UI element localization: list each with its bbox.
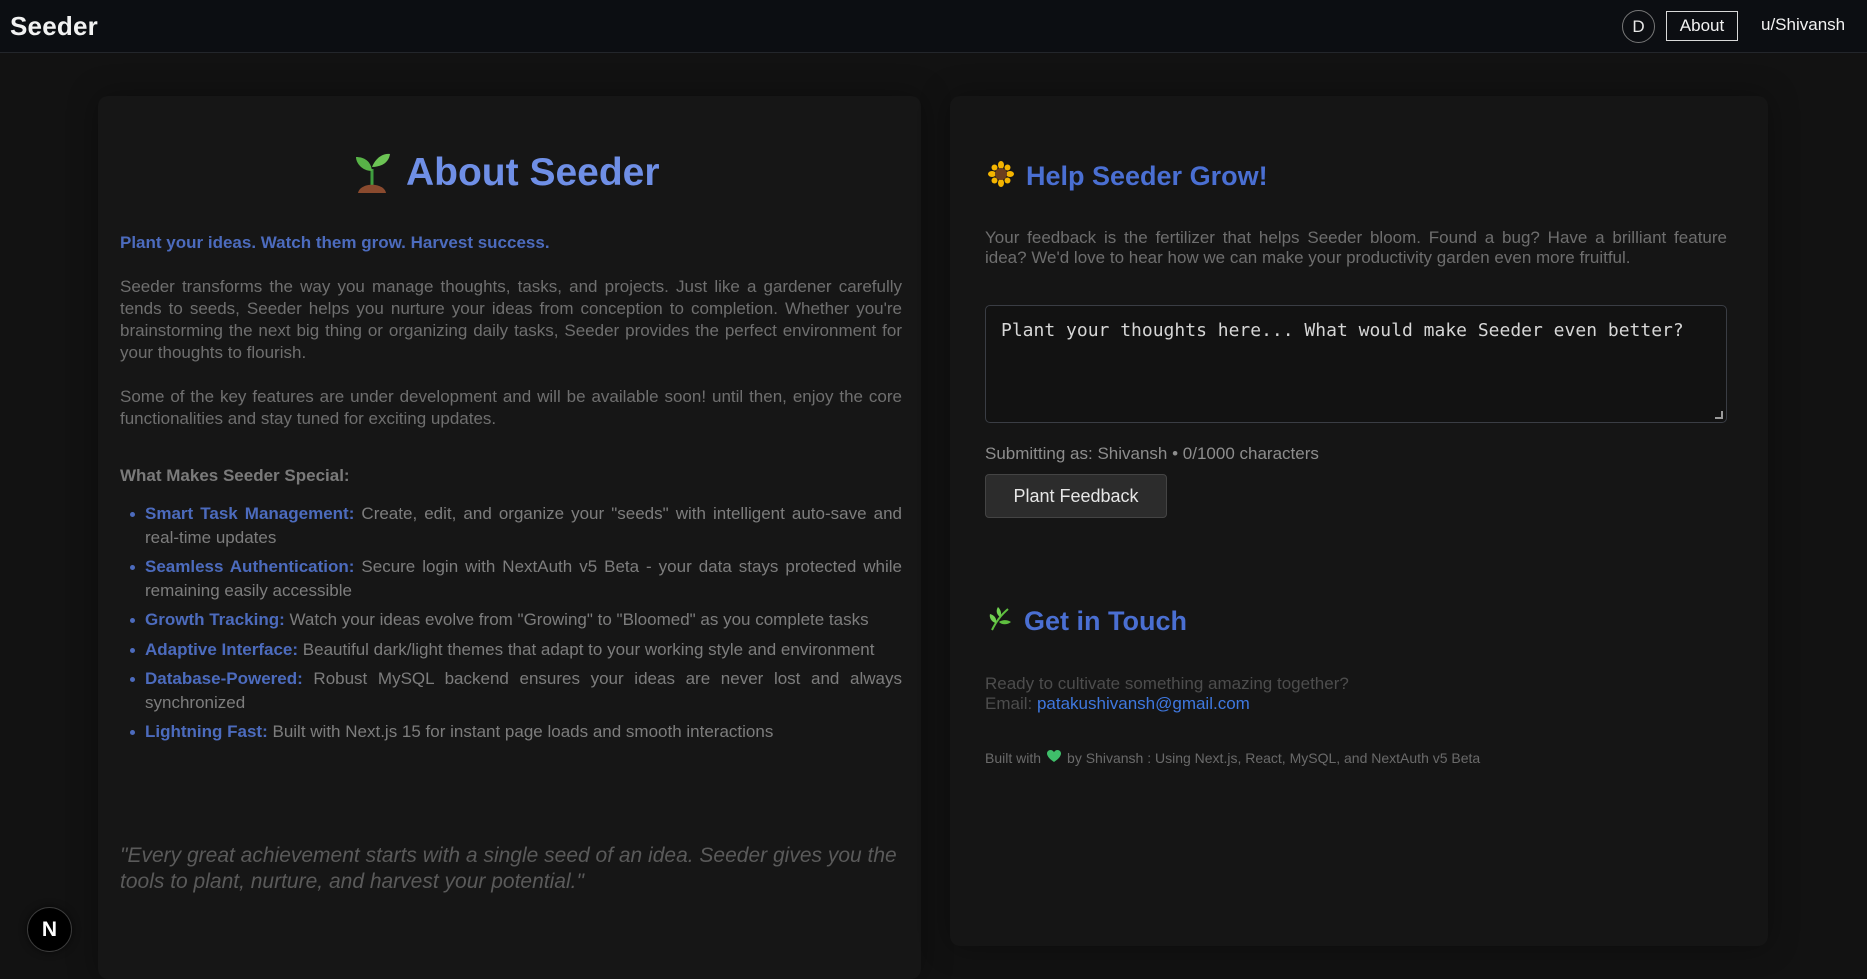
list-item: Database-Powered: Robust MySQL backend e… [130, 667, 902, 714]
list-item: Lightning Fast: Built with Next.js 15 fo… [130, 720, 902, 744]
seedling-icon [352, 149, 392, 198]
list-item: Smart Task Management: Create, edit, and… [130, 502, 902, 549]
sunflower-icon [988, 161, 1014, 192]
feedback-textarea[interactable] [999, 318, 1713, 410]
features-heading: What Makes Seeder Special: [120, 466, 350, 485]
feedback-description: Your feedback is the fertilizer that hel… [985, 228, 1727, 267]
development-note: Some of the key features are under devel… [120, 387, 902, 428]
built-with-credit: Built with by Shivansh : Using Next.js, … [985, 750, 1480, 766]
user-profile-link[interactable]: u/Shivansh [1761, 15, 1845, 35]
feedback-heading: Help Seeder Grow! [1026, 161, 1268, 191]
green-heart-icon [1047, 750, 1062, 766]
avatar[interactable]: D [1622, 10, 1655, 43]
resize-handle[interactable] [1715, 411, 1723, 419]
built-suffix: by Shivansh : Using Next.js, React, MySQ… [1067, 750, 1481, 766]
feature-name: Database-Powered: [145, 669, 303, 688]
feature-name: Adaptive Interface: [145, 639, 299, 659]
closing-quote: "Every great achievement starts with a s… [120, 844, 897, 893]
submitting-as-status: Submitting as: Shivansh • 0/1000 charact… [985, 444, 1319, 463]
list-item: Growth Tracking: Watch your ideas evolve… [130, 608, 902, 632]
nextjs-logo-icon[interactable]: N [27, 907, 72, 952]
contact-invite: Ready to cultivate something amazing tog… [985, 674, 1349, 693]
built-prefix: Built with [985, 750, 1042, 766]
list-item: Adaptive Interface: Beautiful dark/light… [130, 638, 902, 662]
about-nav-button[interactable]: About [1666, 11, 1738, 41]
feature-name: Smart Task Management: [145, 504, 355, 523]
about-heading: About Seeder [406, 151, 660, 194]
plant-feedback-button[interactable]: Plant Feedback [985, 474, 1167, 518]
feature-description: Watch your ideas evolve from "Growing" t… [284, 610, 869, 629]
contact-heading: Get in Touch [1024, 606, 1187, 636]
feature-name: Growth Tracking: [145, 610, 285, 629]
about-title: About Seeder [352, 148, 660, 198]
tagline: Plant your ideas. Watch them grow. Harve… [120, 233, 550, 252]
top-navbar: Seeder D About u/Shivansh [0, 0, 1867, 53]
contact-title: Get in Touch [988, 606, 1187, 637]
feature-name: Seamless Authentication: [145, 557, 355, 576]
feature-name: Lightning Fast: [145, 722, 268, 741]
contact-email-line: Email: patakushivansh@gmail.com [985, 694, 1250, 714]
brand-logo[interactable]: Seeder [10, 11, 98, 42]
feature-description: Built with Next.js 15 for instant page l… [267, 722, 774, 741]
email-label: Email: [985, 694, 1037, 713]
intro-paragraph: Seeder transforms the way you manage tho… [120, 277, 902, 362]
feedback-textarea-container [985, 305, 1727, 423]
email-link[interactable]: patakushivansh@gmail.com [1037, 694, 1250, 713]
features-list: Smart Task Management: Create, edit, and… [120, 502, 902, 750]
feature-description: Beautiful dark/light themes that adapt t… [298, 639, 875, 659]
list-item: Seamless Authentication: Secure login wi… [130, 555, 902, 602]
feedback-title: Help Seeder Grow! [988, 161, 1268, 192]
feedback-contact-panel [950, 96, 1768, 946]
herb-icon [988, 606, 1012, 637]
